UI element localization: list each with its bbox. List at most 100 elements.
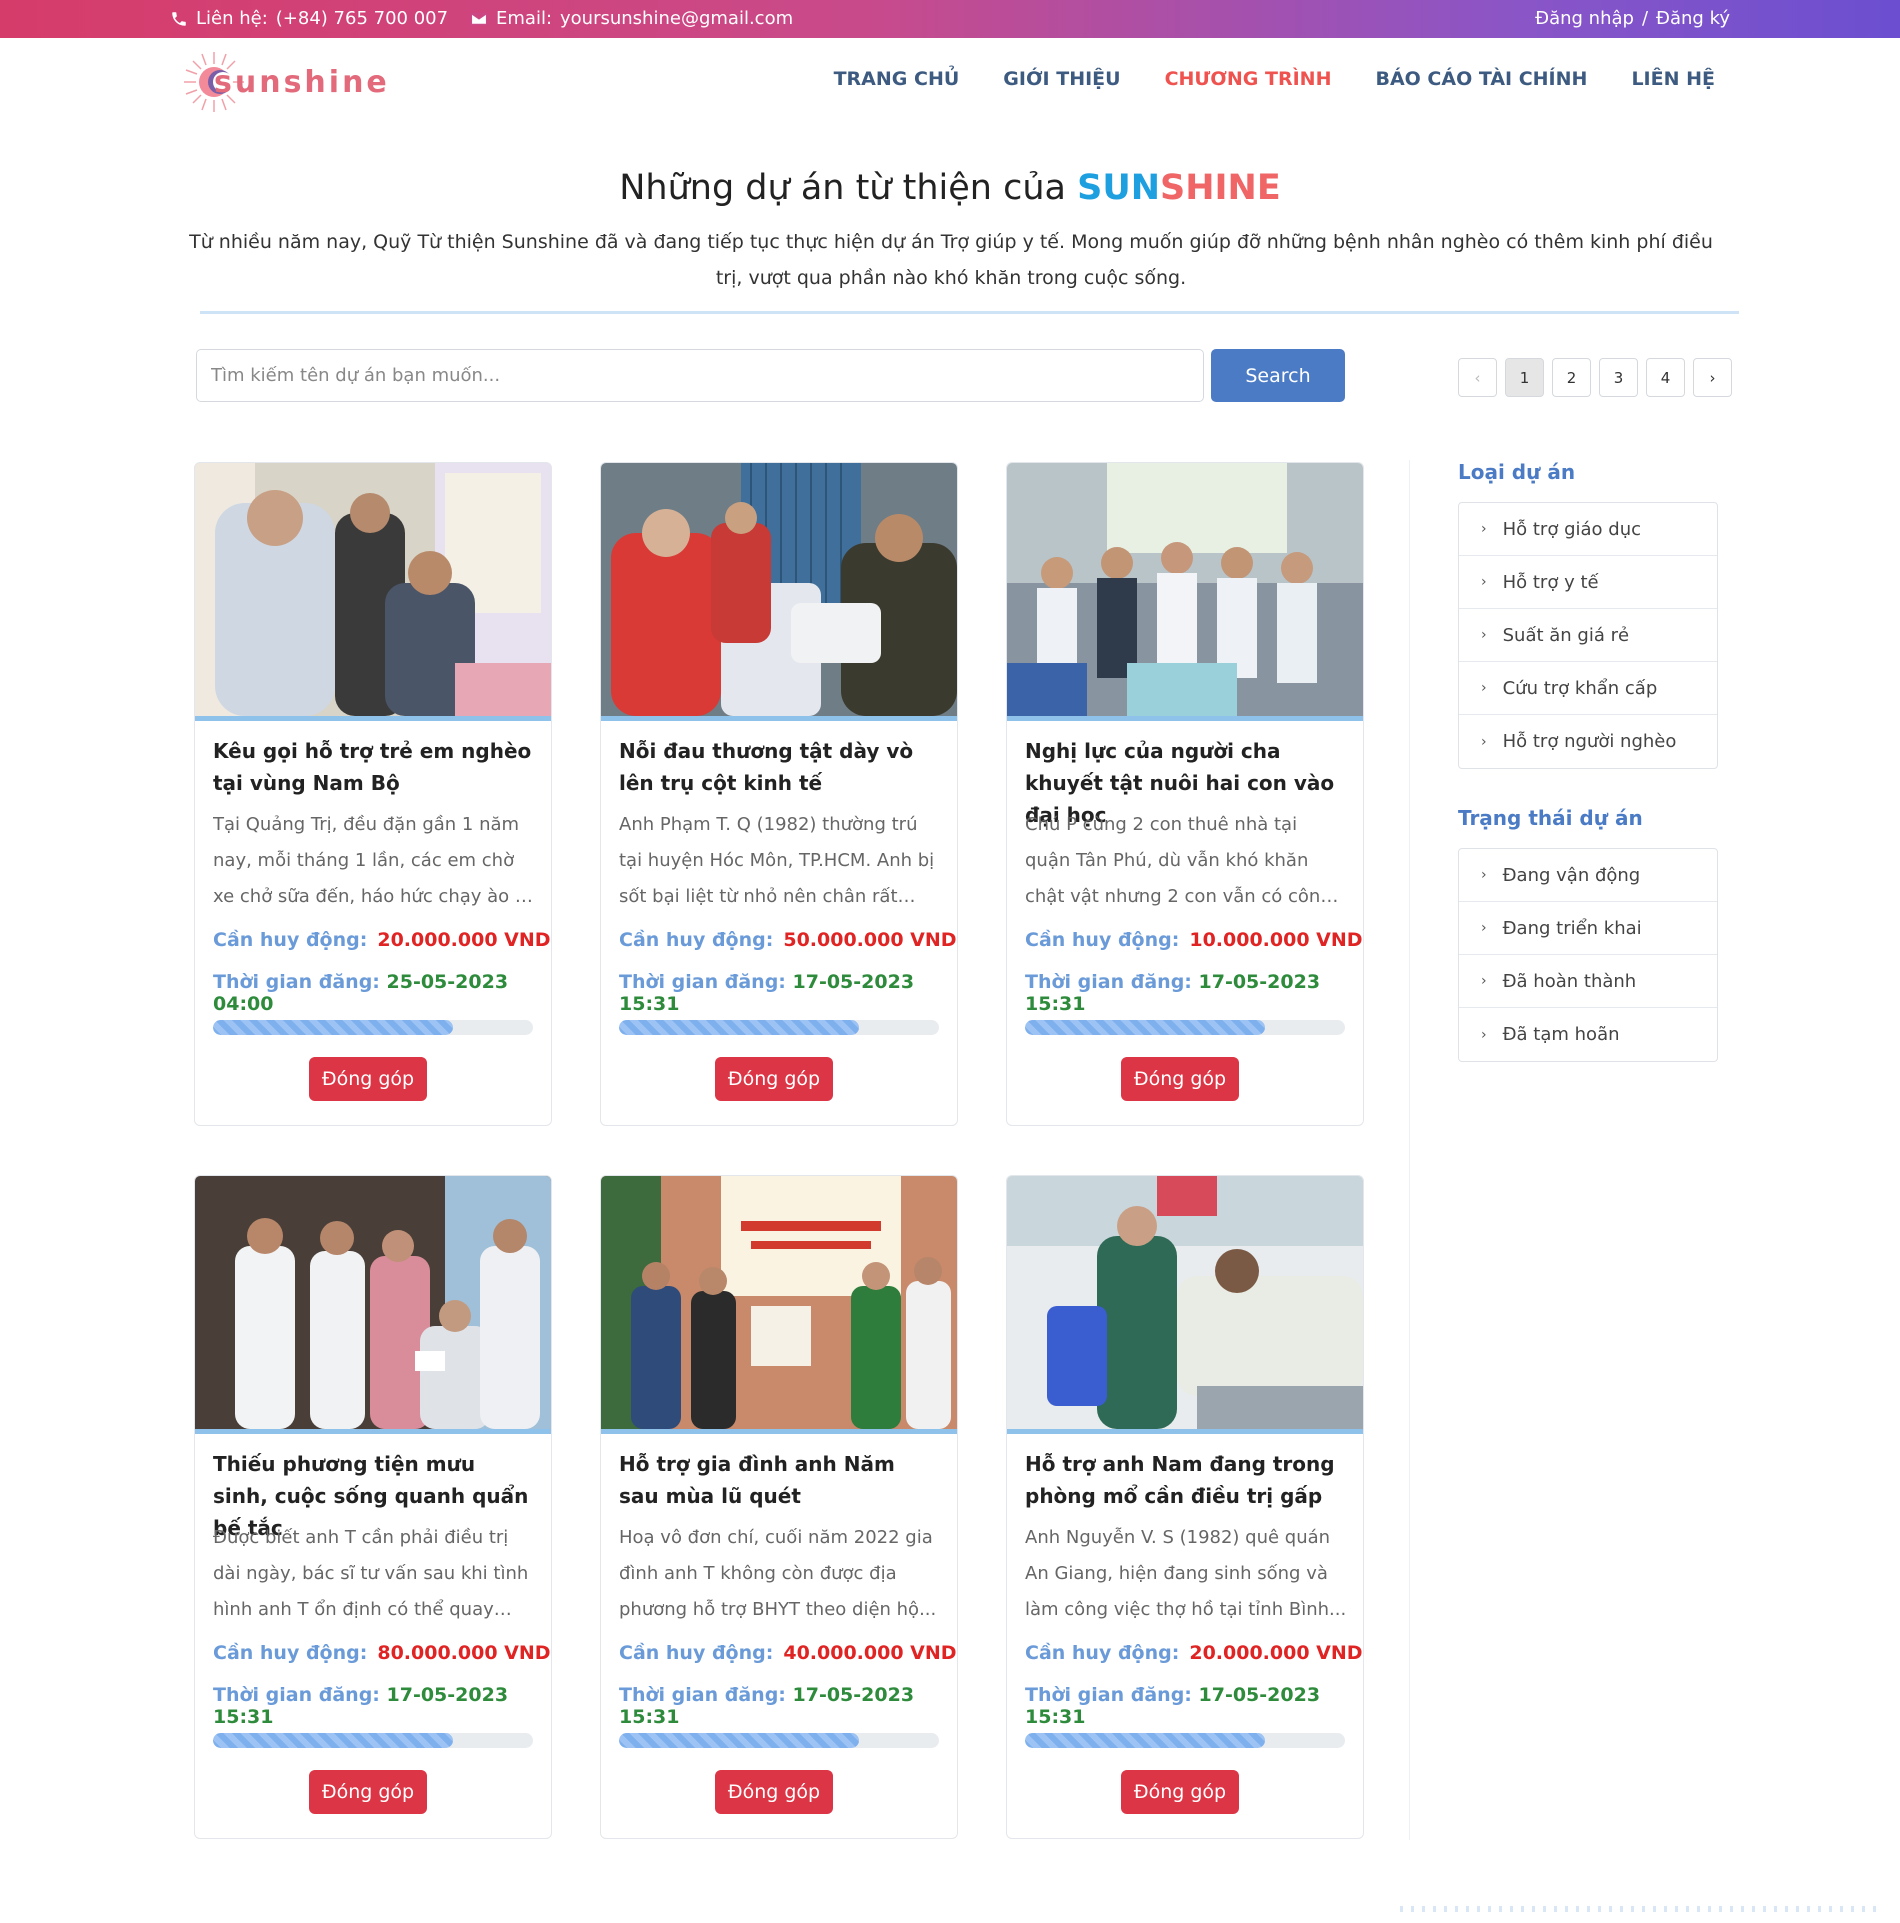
donate-button[interactable]: Đóng góp	[1121, 1770, 1239, 1814]
pagination-page-3[interactable]: 3	[1599, 358, 1638, 397]
goal-amount: 20.000.000 VND	[1189, 1642, 1363, 1664]
photo-underline	[601, 1429, 957, 1434]
nav-item-home[interactable]: TRANG CHỦ	[834, 68, 960, 90]
nav-item-finance-report[interactable]: BÁO CÁO TÀI CHÍNH	[1375, 68, 1587, 90]
sidebar-item-education[interactable]: › Hỗ trợ giáo dục	[1459, 503, 1717, 556]
progress-bar	[619, 1020, 939, 1035]
photo-hospital-image	[1007, 1176, 1363, 1429]
login-link[interactable]: Đăng nhập	[1535, 8, 1634, 29]
project-title[interactable]: Hỗ trợ anh Nam đang trong phòng mổ cần đ…	[1025, 1448, 1347, 1512]
donate-button[interactable]: Đóng góp	[309, 1057, 427, 1101]
fundraising-goal: Cần huy động: 50.000.000 VND	[619, 929, 957, 951]
register-link[interactable]: Đăng ký	[1656, 8, 1730, 29]
donate-button[interactable]: Đóng góp	[309, 1770, 427, 1814]
sidebar-item-label: Hỗ trợ người nghèo	[1502, 731, 1677, 752]
project-photo[interactable]	[1007, 1176, 1363, 1429]
pagination-page-2[interactable]: 2	[1552, 358, 1591, 397]
goal-label: Cần huy động:	[1025, 929, 1180, 951]
nav-item-programs[interactable]: CHƯƠNG TRÌNH	[1165, 68, 1332, 90]
date-label: Thời gian đăng:	[619, 971, 786, 993]
project-description: Được biết anh T cần phải điều trị dài ng…	[213, 1527, 529, 1620]
post-date: Thời gian đăng: 17-05-2023 15:31	[1025, 1684, 1363, 1728]
project-card: Thiếu phương tiện mưu sinh, cuộc sống qu…	[194, 1175, 552, 1839]
goal-amount: 40.000.000 VND	[783, 1642, 957, 1664]
goal-label: Cần huy động:	[213, 929, 368, 951]
post-date: Thời gian đăng: 17-05-2023 15:31	[213, 1684, 551, 1728]
chevron-right-icon: ›	[1481, 627, 1487, 643]
email-label: Email:	[496, 8, 553, 29]
nav-item-contact[interactable]: LIÊN HỆ	[1631, 68, 1715, 90]
contact-phone[interactable]: Liên hệ: (+84) 765 700 007	[170, 8, 448, 29]
nav-menu: TRANG CHỦ GIỚI THIỆU CHƯƠNG TRÌNH BÁO CÁ…	[834, 68, 1715, 90]
project-title[interactable]: Hỗ trợ gia đình anh Năm sau mùa lũ quét	[619, 1448, 941, 1512]
nav-item-about[interactable]: GIỚI THIỆU	[1003, 68, 1120, 90]
project-title[interactable]: Kêu gọi hỗ trợ trẻ em nghèo tại vùng Nam…	[213, 735, 535, 799]
phone-number: (+84) 765 700 007	[275, 8, 449, 29]
pagination-next-button[interactable]: ›	[1693, 358, 1732, 397]
goal-amount: 80.000.000 VND	[377, 1642, 551, 1664]
date-label: Thời gian đăng:	[1025, 1684, 1192, 1706]
fundraising-goal: Cần huy động: 10.000.000 VND	[1025, 929, 1363, 951]
photo-group-visit-image	[195, 1176, 551, 1429]
donate-button[interactable]: Đóng góp	[715, 1770, 833, 1814]
page-description: Từ nhiều năm nay, Quỹ Từ thiện Sunshine …	[189, 231, 1713, 289]
logo-text: sunshine	[214, 64, 390, 100]
chevron-right-icon: ›	[1481, 574, 1487, 590]
project-photo[interactable]	[601, 463, 957, 716]
progress-fill	[619, 1733, 859, 1748]
project-photo[interactable]	[601, 1176, 957, 1429]
donate-button[interactable]: Đóng góp	[715, 1057, 833, 1101]
pagination: ‹ 1 2 3 4 ›	[1458, 358, 1732, 397]
project-title[interactable]: Nỗi đau thương tật dày vò lên trụ cột ki…	[619, 735, 941, 799]
phone-icon	[172, 11, 186, 26]
progress-bar	[213, 1020, 533, 1035]
sidebar-item-label: Đã hoàn thành	[1502, 970, 1637, 992]
main-navbar: sunshine TRANG CHỦ GIỚI THIỆU CHƯƠNG TRÌ…	[0, 38, 1900, 122]
progress-fill	[1025, 1733, 1265, 1748]
page-title-prefix: Những dự án từ thiện của	[619, 168, 1066, 208]
chevron-right-icon: ›	[1481, 867, 1487, 883]
auth-separator: /	[1641, 8, 1649, 29]
sidebar-item-emergency-relief[interactable]: › Cứu trợ khẩn cấp	[1459, 662, 1717, 715]
goal-label: Cần huy động:	[619, 929, 774, 951]
project-photo[interactable]	[195, 1176, 551, 1429]
goal-amount: 50.000.000 VND	[783, 929, 957, 951]
donate-button[interactable]: Đóng góp	[1121, 1057, 1239, 1101]
pagination-prev-button[interactable]: ‹	[1458, 358, 1497, 397]
sidebar-item-in-progress[interactable]: › Đang triển khai	[1459, 902, 1717, 955]
sidebar-item-poor-support[interactable]: › Hỗ trợ người nghèo	[1459, 715, 1717, 768]
search-button[interactable]: Search	[1211, 349, 1345, 402]
project-photo[interactable]	[1007, 463, 1363, 716]
logo[interactable]: sunshine	[182, 50, 390, 114]
photo-underline	[601, 716, 957, 721]
phone-label: Liên hệ:	[196, 8, 268, 29]
contact-email[interactable]: Email: yoursunshine@gmail.com	[470, 8, 793, 29]
sidebar-item-label: Hỗ trợ y tế	[1502, 571, 1599, 593]
progress-fill	[1025, 1020, 1265, 1035]
progress-bar	[213, 1733, 533, 1748]
project-status-list: › Đang vận động › Đang triển khai › Đã hoàn…	[1458, 848, 1718, 1062]
fundraising-goal: Cần huy động: 20.000.000 VND	[213, 929, 551, 951]
sidebar-separator	[1409, 460, 1410, 1840]
goal-label: Cần huy động:	[213, 1642, 368, 1664]
project-photo[interactable]	[195, 463, 551, 716]
project-type-list: › Hỗ trợ giáo dục › Hỗ trợ y tế › Suất ăn g…	[1458, 502, 1718, 769]
sidebar-item-completed[interactable]: › Đã hoàn thành	[1459, 955, 1717, 1008]
progress-fill	[213, 1733, 453, 1748]
post-date: Thời gian đăng: 17-05-2023 15:31	[619, 1684, 957, 1728]
pagination-page-1[interactable]: 1	[1505, 358, 1544, 397]
fundraising-goal: Cần huy động: 20.000.000 VND	[1025, 1642, 1363, 1664]
decorative-dots	[1400, 1906, 1880, 1912]
sidebar-item-label: Đang triển khai	[1502, 917, 1642, 939]
pagination-page-4[interactable]: 4	[1646, 358, 1685, 397]
brand-shine: SHINE	[1160, 168, 1281, 208]
progress-fill	[213, 1020, 453, 1035]
photo-ceremony-image	[601, 1176, 957, 1429]
goal-label: Cần huy động:	[619, 1642, 774, 1664]
sidebar-item-fundraising[interactable]: › Đang vận động	[1459, 849, 1717, 902]
chevron-right-icon: ›	[1481, 920, 1487, 936]
sidebar-item-healthcare[interactable]: › Hỗ trợ y tế	[1459, 556, 1717, 609]
sidebar-item-postponed[interactable]: › Đã tạm hoãn	[1459, 1008, 1717, 1061]
search-input[interactable]	[196, 349, 1204, 402]
sidebar-item-cheap-meals[interactable]: › Suất ăn giá rẻ	[1459, 609, 1717, 662]
